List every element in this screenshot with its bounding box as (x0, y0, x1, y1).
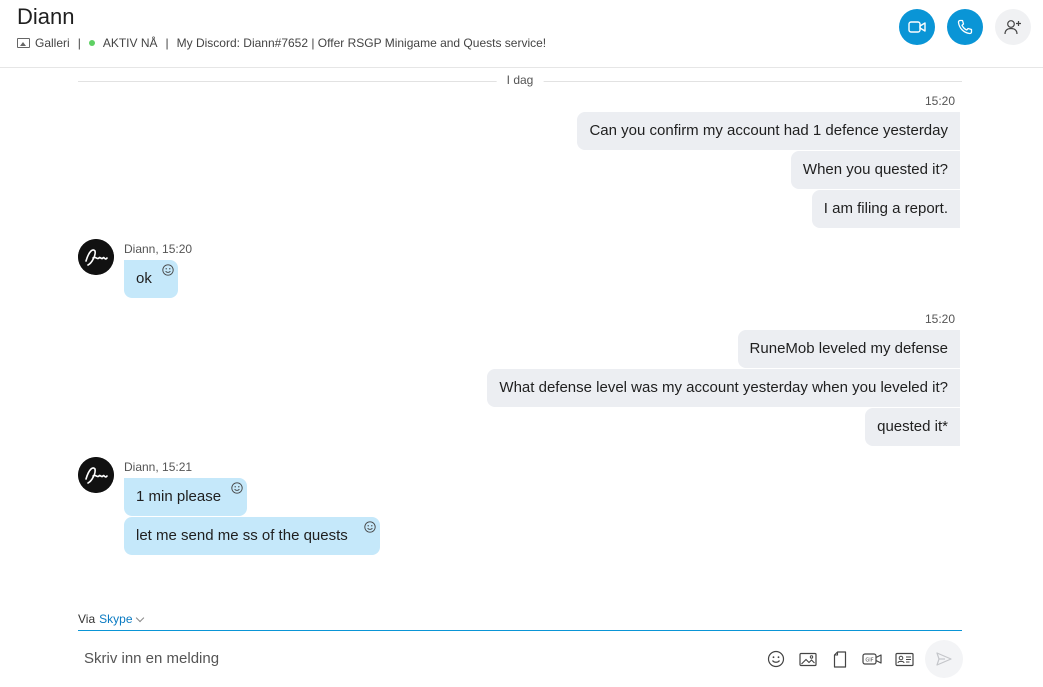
outgoing-message[interactable]: quested it* (865, 408, 960, 446)
send-file-button[interactable] (829, 648, 851, 670)
message-text: let me send me ss of the quests (136, 527, 348, 544)
avatar-logo-icon (78, 457, 114, 493)
separator: | (165, 36, 169, 50)
outgoing-message[interactable]: What defense level was my account yester… (487, 369, 960, 407)
send-contact-button[interactable] (893, 648, 915, 670)
via-service-link[interactable]: Skype (99, 612, 132, 626)
chevron-down-icon (135, 613, 144, 622)
send-icon (936, 652, 952, 666)
phone-icon (957, 19, 973, 35)
date-divider-label: I dag (496, 73, 544, 87)
outgoing-message[interactable]: When you quested it? (790, 151, 960, 189)
separator: | (77, 36, 81, 50)
gallery-icon[interactable] (17, 38, 30, 48)
svg-text:GIF: GIF (865, 657, 873, 663)
outgoing-message[interactable]: I am filing a report. (811, 190, 960, 228)
add-people-button[interactable] (995, 9, 1031, 45)
add-reaction-icon[interactable] (364, 521, 376, 533)
video-call-button[interactable] (899, 9, 935, 45)
contact-name[interactable]: Diann (17, 4, 74, 30)
avatar[interactable] (78, 239, 114, 275)
message-timestamp: 15:20 (924, 312, 955, 326)
gif-icon: GIF (862, 653, 882, 665)
send-image-button[interactable] (797, 648, 819, 670)
composer-divider (78, 630, 962, 631)
message-timestamp: 15:21 (162, 460, 193, 474)
presence-dot-icon (88, 40, 95, 46)
outgoing-message[interactable]: Can you confirm my account had 1 defence… (577, 112, 960, 150)
add-reaction-icon[interactable] (231, 482, 243, 494)
via-service-selector[interactable]: Via Skype (78, 612, 144, 626)
sender-meta: Diann, 15:21 (124, 460, 192, 474)
message-text: 1 min please (136, 488, 222, 505)
via-label: Via (78, 612, 96, 626)
date-divider: I dag (78, 73, 962, 89)
file-icon (833, 650, 847, 668)
emoji-icon (767, 650, 785, 668)
incoming-message[interactable]: ok (124, 260, 178, 298)
incoming-message[interactable]: let me send me ss of the quests (124, 517, 380, 555)
gallery-link[interactable]: Galleri (35, 36, 70, 50)
sender-meta: Diann, 15:20 (124, 242, 192, 256)
message-timestamp: 15:20 (162, 242, 193, 256)
sender-name: Diann, (124, 242, 159, 256)
add-reaction-icon[interactable] (162, 264, 174, 276)
add-person-icon (1004, 20, 1021, 35)
contact-card-icon (894, 652, 914, 666)
send-gif-button[interactable]: GIF (861, 648, 883, 670)
avatar-logo-icon (78, 239, 114, 275)
avatar[interactable] (78, 457, 114, 493)
chat-header: Diann Galleri | AKTIV NÅ | My Discord: D… (0, 0, 1043, 68)
emoji-button[interactable] (765, 648, 787, 670)
mood-message: My Discord: Diann#7652 | Offer RSGP Mini… (176, 36, 547, 50)
outgoing-message[interactable]: RuneMob leveled my defense (737, 330, 960, 368)
video-camera-icon (908, 21, 926, 33)
message-input[interactable] (78, 640, 728, 676)
message-timestamp: 15:20 (924, 94, 955, 108)
contact-subline: Galleri | AKTIV NÅ | My Discord: Diann#7… (17, 36, 546, 50)
image-icon (799, 652, 817, 666)
audio-call-button[interactable] (947, 9, 983, 45)
sender-name: Diann, (124, 460, 159, 474)
incoming-message[interactable]: 1 min please (124, 478, 248, 516)
send-button[interactable] (925, 640, 963, 678)
presence-status: AKTIV NÅ (102, 36, 158, 50)
message-text: ok (136, 270, 152, 287)
